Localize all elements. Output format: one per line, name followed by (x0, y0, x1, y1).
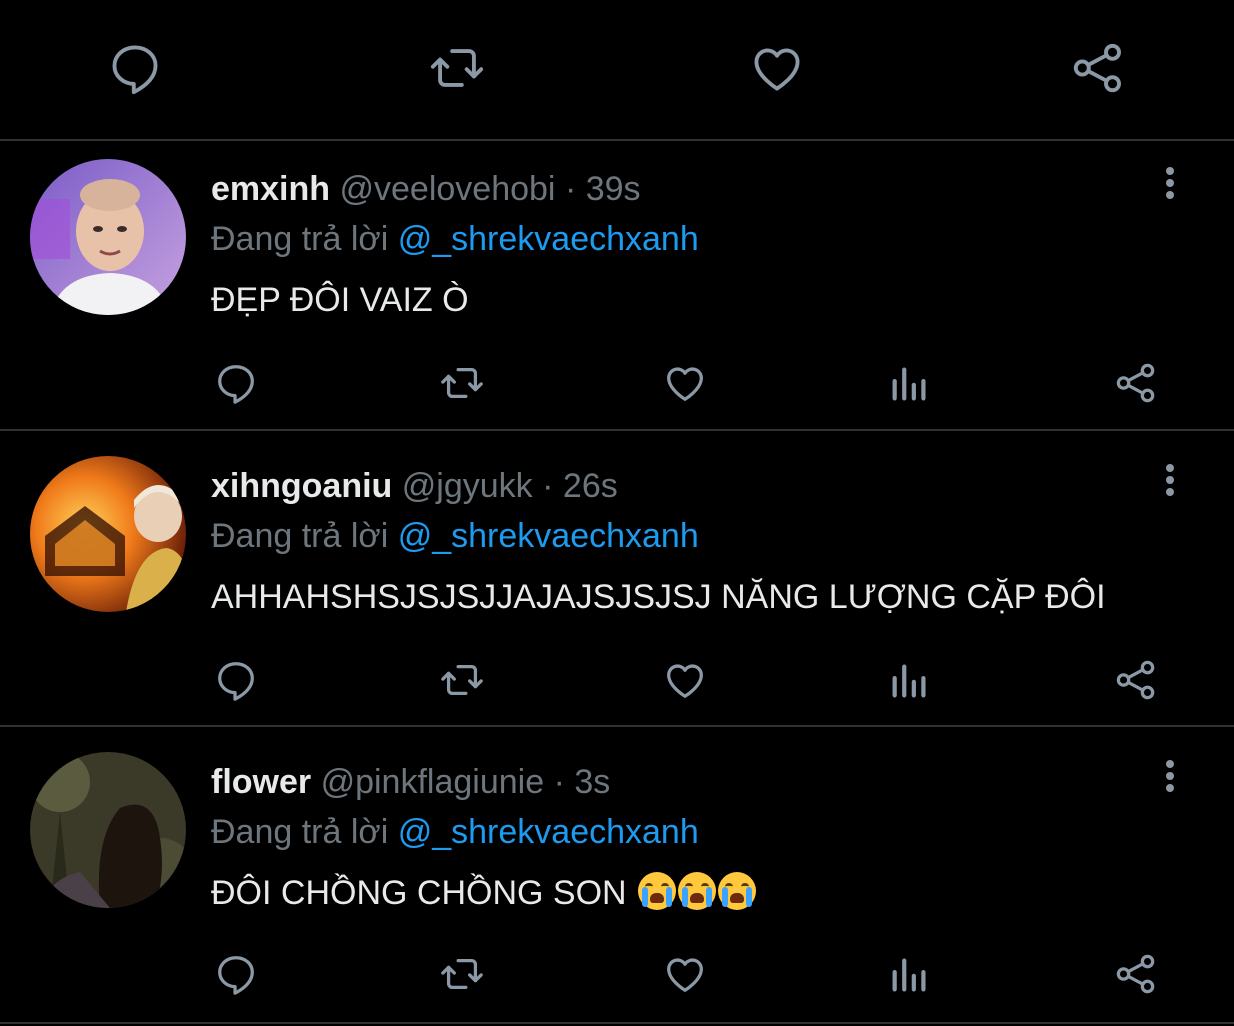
divider (0, 725, 1234, 727)
display-name[interactable]: flower (211, 763, 311, 801)
loudly-crying-face-icon (718, 872, 757, 910)
reply-icon (218, 365, 254, 404)
separator: · (564, 170, 577, 208)
reply-header: emxinh @veelovehobi · 39s (211, 169, 641, 209)
loudly-crying-face-icon (678, 872, 717, 910)
retweet-icon (441, 367, 483, 399)
retweet-button[interactable] (435, 656, 489, 704)
separator: · (553, 763, 565, 801)
reply-button[interactable] (212, 359, 260, 407)
analytics-button[interactable] (886, 359, 934, 407)
more-options-button[interactable] (1150, 760, 1190, 800)
more-options-icon (1150, 167, 1190, 199)
share-button[interactable] (1112, 950, 1160, 998)
analytics-icon (892, 958, 926, 992)
like-button[interactable] (661, 656, 709, 704)
reply-icon (218, 956, 254, 995)
share-button[interactable] (1112, 656, 1160, 704)
loudly-crying-face-icon (638, 872, 677, 910)
tweet-text: ĐẸP ĐÔI VAIZ Ò (211, 281, 469, 319)
mention-link[interactable]: @_shrekvaechxanh (398, 517, 699, 555)
heart-icon (667, 664, 703, 698)
mention-link[interactable]: @_shrekvaechxanh (398, 220, 699, 258)
more-options-button[interactable] (1150, 167, 1190, 207)
reply-icon (112, 45, 158, 95)
retweet-icon (441, 664, 483, 696)
avatar[interactable] (30, 159, 186, 315)
like-button[interactable] (747, 38, 807, 98)
replying-to: Đang trả lời @_shrekvaechxanh (211, 516, 699, 556)
retweet-icon (430, 49, 484, 87)
more-options-icon (1150, 760, 1190, 792)
display-name[interactable]: xihngoaniu (211, 467, 392, 505)
avatar[interactable] (30, 456, 186, 612)
heart-icon (667, 367, 703, 401)
tweet-text: AHHAHSHSJSJSJJAJAJSJSJSJ NĂNG LƯỢNG CẶP … (211, 578, 1106, 616)
retweet-button[interactable] (424, 38, 490, 98)
share-button[interactable] (1112, 359, 1160, 407)
replying-label: Đang trả lời (211, 220, 389, 258)
reply-icon (218, 662, 254, 701)
mention-link[interactable]: @_shrekvaechxanh (398, 813, 699, 851)
display-name[interactable]: emxinh (211, 170, 330, 208)
analytics-icon (892, 664, 926, 698)
replying-to: Đang trả lời @_shrekvaechxanh (211, 219, 699, 259)
main-tweet-action-bar (0, 0, 1234, 138)
reply-tweet[interactable]: emxinh @veelovehobi · 39s Đang trả lời @… (0, 141, 1234, 429)
avatar[interactable] (30, 752, 186, 908)
divider (0, 1022, 1234, 1024)
more-options-icon (1150, 464, 1190, 496)
reply-header: flower @pinkflagiunie · 3s (211, 762, 610, 802)
retweet-icon (441, 958, 483, 990)
reply-button[interactable] (105, 38, 165, 98)
heart-icon (667, 958, 703, 992)
share-icon (1073, 43, 1121, 93)
reply-button[interactable] (212, 950, 260, 998)
tweet-text: ĐÔI CHỒNG CHỒNG SON (211, 874, 627, 912)
reply-header: xihngoaniu @jgyukk · 26s (211, 466, 618, 506)
share-icon (1116, 363, 1155, 403)
separator: · (542, 467, 554, 505)
analytics-icon (892, 367, 926, 401)
analytics-button[interactable] (886, 656, 934, 704)
divider (0, 429, 1234, 431)
reply-tweet[interactable]: xihngoaniu @jgyukk · 26s Đang trả lời @_… (0, 438, 1234, 726)
retweet-button[interactable] (435, 359, 489, 407)
timestamp[interactable]: 26s (563, 467, 618, 505)
reply-button[interactable] (212, 656, 260, 704)
reply-tweet[interactable]: flower @pinkflagiunie · 3s Đang trả lời … (0, 734, 1234, 1022)
user-handle[interactable]: @pinkflagiunie (321, 763, 545, 801)
share-button[interactable] (1068, 38, 1128, 98)
timestamp[interactable]: 39s (586, 170, 641, 208)
retweet-button[interactable] (435, 950, 489, 998)
analytics-button[interactable] (886, 950, 934, 998)
tweet-text-container: ĐÔI CHỒNG CHỒNG SON (211, 872, 757, 914)
replying-to: Đang trả lời @_shrekvaechxanh (211, 812, 699, 852)
share-icon (1116, 660, 1155, 700)
timestamp[interactable]: 3s (574, 763, 610, 801)
replying-label: Đang trả lời (211, 517, 389, 555)
heart-icon (754, 48, 800, 91)
more-options-button[interactable] (1150, 464, 1190, 504)
user-handle[interactable]: @jgyukk (402, 467, 533, 505)
user-handle[interactable]: @veelovehobi (340, 170, 556, 208)
replying-label: Đang trả lời (211, 813, 389, 851)
like-button[interactable] (661, 359, 709, 407)
like-button[interactable] (661, 950, 709, 998)
share-icon (1116, 954, 1155, 994)
